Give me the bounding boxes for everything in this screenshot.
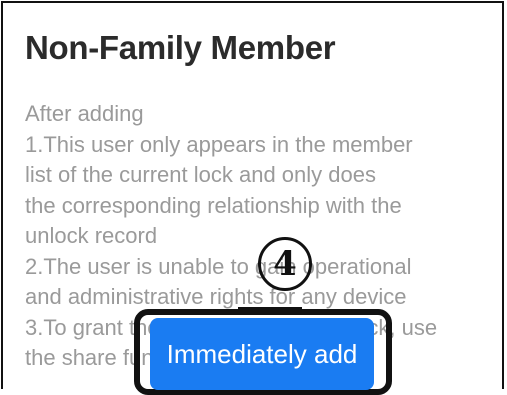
step-number-badge: 4 [258,237,312,291]
description-line: the corresponding relationship with the [25,192,402,218]
description-line: list of the current lock and only does [25,162,376,187]
description-line: After adding [25,101,144,126]
dialog-title: Non-Family Member [25,29,336,66]
immediately-add-button[interactable]: Immediately add [150,318,374,390]
description-line: 1.This user only appears in the member [25,131,413,157]
description-line: unlock record [25,223,158,248]
